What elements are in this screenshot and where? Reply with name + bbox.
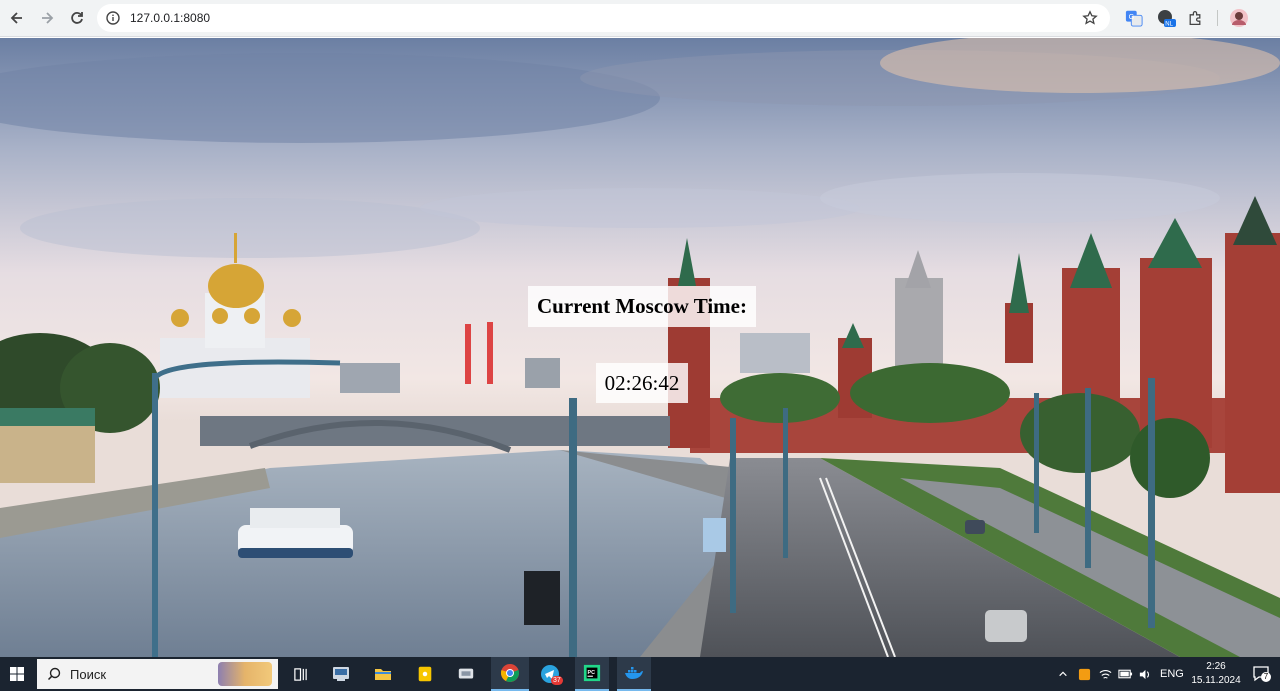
docker-icon — [625, 667, 643, 679]
forward-arrow-icon — [42, 12, 54, 24]
extensions-button[interactable] — [1185, 8, 1205, 28]
translate-extension[interactable]: G — [1124, 8, 1144, 28]
telegram-unread-badge: 37 — [551, 676, 563, 685]
taskbar-docker[interactable] — [617, 657, 651, 691]
url-text[interactable]: 127.0.0.1:8080 — [130, 11, 210, 25]
start-button[interactable] — [0, 657, 34, 691]
browser-toolbar: 127.0.0.1:8080 G NL — [0, 0, 1280, 37]
input-language[interactable]: ENG — [1160, 657, 1184, 691]
toolbar-divider — [1217, 10, 1218, 26]
search-icon — [47, 667, 61, 681]
moscow-time-display: 02:26:42 — [596, 363, 688, 403]
info-icon[interactable] — [106, 11, 120, 25]
show-hidden-icons[interactable] — [1058, 657, 1068, 691]
translate-icon: G — [1125, 10, 1143, 27]
taskbar-search[interactable]: Поиск — [37, 659, 278, 689]
speaker-icon — [1139, 669, 1150, 679]
reload-button[interactable] — [62, 3, 92, 33]
back-arrow-icon — [10, 12, 22, 24]
moscow-time-heading: Current Moscow Time: — [528, 286, 756, 327]
volume-control[interactable] — [1138, 657, 1151, 691]
address-bar[interactable]: 127.0.0.1:8080 — [97, 4, 1110, 32]
file-explorer-icon — [375, 669, 391, 680]
battery-status[interactable] — [1118, 657, 1133, 691]
star-icon[interactable] — [1082, 10, 1098, 26]
tray-orange-app-icon — [1078, 668, 1091, 680]
taskbar-file-explorer[interactable] — [366, 657, 400, 691]
task-view-icon — [293, 667, 307, 681]
back-button[interactable] — [2, 3, 32, 33]
chevron-up-icon — [1059, 671, 1067, 677]
app-icon — [458, 668, 474, 679]
page-content: Current Moscow Time: 02:26:42 — [0, 38, 1280, 657]
svg-text:PC: PC — [588, 670, 596, 676]
taskbar-chrome[interactable] — [491, 657, 529, 691]
app-icon — [333, 667, 349, 681]
reload-icon — [71, 12, 83, 24]
nl-extension[interactable]: NL — [1156, 8, 1176, 28]
pycharm-icon: PC — [583, 664, 601, 682]
nl-extension-icon: NL — [1158, 10, 1176, 28]
taskbar-sticky-notes[interactable] — [408, 657, 442, 691]
sticky-notes-icon — [418, 666, 432, 682]
profile-avatar-icon — [1230, 9, 1248, 27]
moscow-background-image — [0, 38, 1280, 657]
taskbar-telegram[interactable]: 37 — [533, 657, 567, 691]
notification-center-button[interactable]: 7 — [1252, 665, 1271, 683]
system-clock[interactable]: 2:26 15.11.2024 — [1190, 660, 1242, 688]
svg-text:G: G — [1129, 12, 1135, 21]
taskbar-pycharm[interactable]: PC — [575, 657, 609, 691]
notification-count: 7 — [1261, 672, 1271, 682]
search-placeholder: Поиск — [70, 666, 107, 682]
forward-button[interactable] — [32, 3, 62, 33]
network-status[interactable] — [1099, 657, 1112, 691]
taskbar: Поиск 37 PC ENG 2:26 15.11.2024 7 — [0, 657, 1280, 691]
clock-date: 15.11.2024 — [1191, 675, 1241, 686]
tray-app-icon[interactable] — [1078, 657, 1091, 691]
svg-text:NL: NL — [1165, 22, 1173, 28]
taskbar-app-1[interactable] — [324, 657, 358, 691]
puzzle-icon — [1189, 11, 1201, 26]
clock-time: 2:26 — [1206, 661, 1226, 672]
wifi-icon — [1099, 669, 1112, 679]
battery-icon — [1118, 669, 1133, 679]
windows-logo-icon — [10, 667, 24, 681]
taskbar-app-2[interactable] — [449, 657, 483, 691]
profile-button[interactable] — [1229, 8, 1249, 28]
chrome-icon — [501, 664, 519, 682]
task-view-button[interactable] — [283, 657, 317, 691]
search-highlight-image — [218, 662, 272, 686]
